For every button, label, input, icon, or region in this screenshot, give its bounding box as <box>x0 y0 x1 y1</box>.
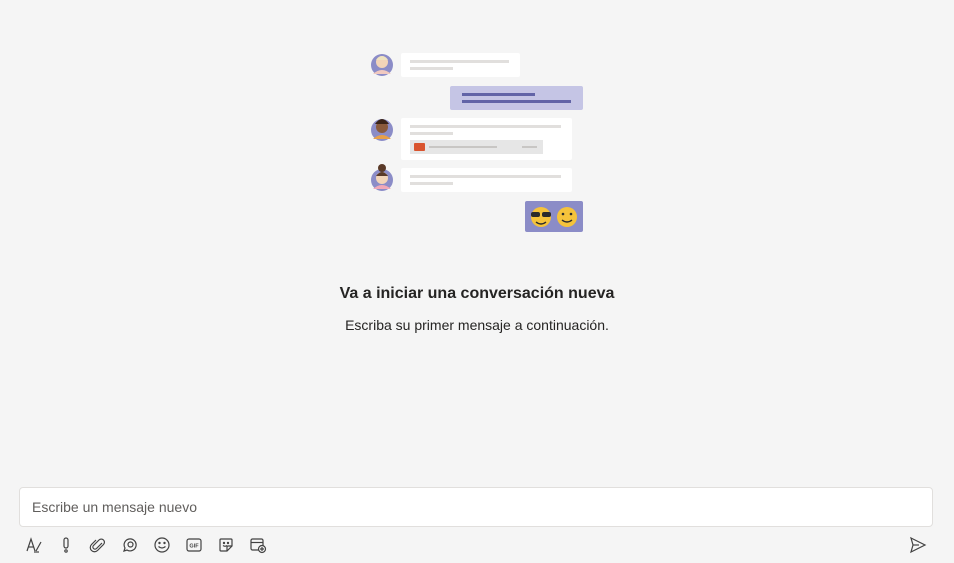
message-composer[interactable] <box>19 487 933 527</box>
empty-state-title: Va a iniciar una conversación nueva <box>339 285 615 302</box>
message-input[interactable] <box>20 488 932 526</box>
emoji-bubble <box>525 201 583 232</box>
schedule-meeting-icon[interactable] <box>246 533 270 557</box>
avatar-3 <box>371 164 393 191</box>
empty-state-subtitle: Escriba su primer mensaje a continuación… <box>345 317 609 333</box>
chat-bubble-1 <box>401 53 520 77</box>
loop-icon[interactable] <box>118 533 142 557</box>
avatar-1 <box>371 54 393 76</box>
chat-bubble-2 <box>401 118 572 160</box>
format-icon[interactable] <box>22 533 46 557</box>
gif-icon[interactable]: GIF <box>182 533 206 557</box>
empty-chat-illustration <box>371 53 583 232</box>
compose-toolbar: GIF <box>22 533 270 557</box>
svg-text:GIF: GIF <box>189 544 199 550</box>
send-button[interactable] <box>906 533 930 557</box>
send-icon <box>910 536 927 554</box>
avatar-2 <box>371 119 393 141</box>
emoji-icon[interactable] <box>150 533 174 557</box>
chat-bubble-3 <box>401 168 572 192</box>
important-icon[interactable] <box>54 533 78 557</box>
chat-bubble-own <box>450 86 583 110</box>
sticker-icon[interactable] <box>214 533 238 557</box>
attach-icon[interactable] <box>86 533 110 557</box>
